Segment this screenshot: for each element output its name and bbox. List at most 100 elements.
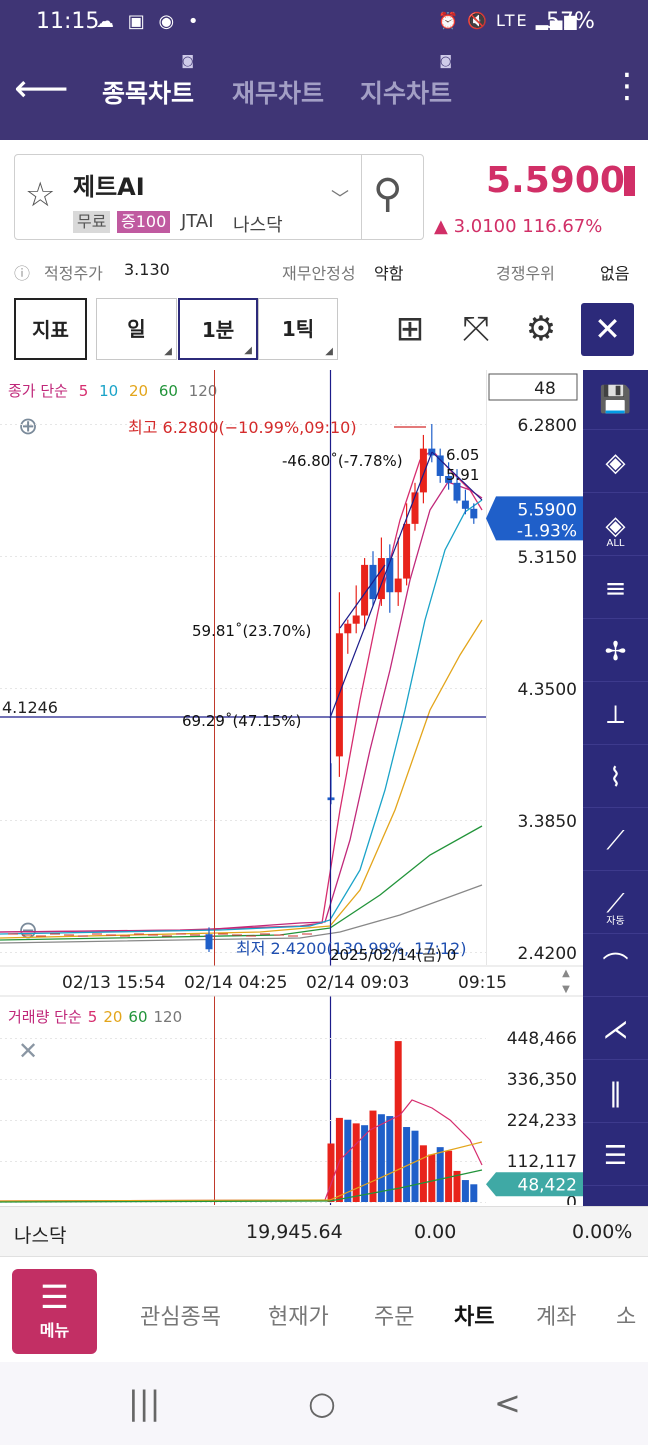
- period-1min-label: 1분: [201, 318, 235, 342]
- crosshair-price-label: 4.1246: [2, 698, 58, 717]
- angle-label: 59.81˚(23.70%): [192, 622, 311, 640]
- price-change: ▲ 3.0100 116.67%: [434, 216, 603, 237]
- index-pct: 0.00%: [572, 1221, 633, 1243]
- corner-arrow-icon: ◢: [325, 346, 333, 357]
- index-name: 나스닥: [14, 1225, 67, 1247]
- eraser-all-icon[interactable]: ◈ ALL: [583, 496, 648, 556]
- candle-body: [436, 455, 444, 476]
- gear-icon[interactable]: ⚙: [516, 304, 566, 354]
- price-tick-label: 3.3850: [518, 812, 577, 832]
- app-header: ⟵ 종목차트 ◙ 재무차트 지수차트 ◙ ⋮: [0, 46, 648, 140]
- date-annotation: 2025/02/14(금) 0: [330, 946, 456, 964]
- hcl-line-icon[interactable]: ≡: [583, 559, 648, 619]
- period-1tick-button[interactable]: 1틱 ◢: [258, 298, 338, 360]
- candle-body: [344, 623, 352, 634]
- candle-body: [403, 523, 411, 579]
- tab-label: 재무차트: [232, 79, 325, 108]
- vertical-line-icon[interactable]: ⌇: [583, 748, 648, 808]
- auto-trend-icon[interactable]: ⟋ 자동: [583, 874, 648, 934]
- candle-body: [470, 508, 478, 519]
- chevron-down-icon[interactable]: ﹀: [331, 185, 349, 211]
- recent-apps-icon[interactable]: |||: [128, 1384, 160, 1422]
- menu-button[interactable]: ☰ 메뉴: [12, 1269, 97, 1354]
- fullscreen-icon[interactable]: ⤧: [451, 304, 501, 354]
- candle-body: [461, 500, 469, 509]
- tab-financial-chart[interactable]: 재무차트: [232, 74, 324, 110]
- period-1min-button[interactable]: 1분 ◢: [178, 298, 258, 360]
- volume-bar: [436, 1147, 444, 1202]
- fibonacci-time-icon[interactable]: ‖: [583, 1063, 648, 1123]
- cross-line-icon[interactable]: ✢: [583, 622, 648, 682]
- divider: [361, 155, 362, 239]
- competition-value: 없음: [600, 264, 630, 283]
- fair-price-value: 3.130: [124, 260, 170, 279]
- nav-order[interactable]: 주문: [374, 1299, 414, 1331]
- save-icon[interactable]: 💾: [583, 370, 648, 430]
- volume-bar: [461, 1180, 469, 1202]
- indicator-label: 지표: [32, 318, 69, 342]
- stock-name: 제트AI: [73, 173, 145, 201]
- grid-layout-icon[interactable]: ⊞: [385, 304, 435, 354]
- price-label: 5.91: [446, 466, 479, 484]
- trend-line-main: [329, 451, 433, 719]
- time-axis: 02/13 15:54 02/14 04:25 02/14 09:03 09:15 ▲ ▼: [0, 965, 583, 997]
- nav-account[interactable]: 계좌: [536, 1299, 576, 1331]
- price-tick-label: 5.3150: [518, 548, 577, 568]
- search-icon[interactable]: ⚲: [373, 171, 402, 217]
- stock-ticker: JTAI: [181, 211, 214, 232]
- volume-bar: [428, 1154, 436, 1202]
- time-tick-label: 02/14 09:03: [306, 973, 409, 993]
- fibonacci-retracement-icon[interactable]: ☰: [583, 1126, 648, 1186]
- period-day-button[interactable]: 일 ◢: [96, 298, 177, 360]
- tab-marker-icon: ◙: [181, 54, 195, 69]
- tab-label: 종목차트: [102, 79, 195, 108]
- nav-watchlist[interactable]: 관심종목: [140, 1299, 221, 1331]
- status-time: 11:15: [36, 9, 100, 34]
- tab-index-chart[interactable]: 지수차트 ◙: [360, 54, 452, 110]
- nav-current-price[interactable]: 현재가: [268, 1299, 329, 1331]
- nav-more[interactable]: 소: [616, 1299, 636, 1331]
- candle-body: [205, 934, 213, 950]
- competition-label: 경쟁우위: [496, 264, 555, 283]
- help-icon[interactable]: ⓘ: [14, 260, 30, 284]
- current-price: 5.5900: [486, 160, 625, 201]
- candle-body: [394, 578, 402, 593]
- price-legend: 종가 단순 5 10 20 60 120: [8, 382, 217, 400]
- home-icon[interactable]: ○: [308, 1384, 336, 1422]
- scroll-up-icon: ▲: [562, 968, 570, 979]
- stock-selector[interactable]: ☆ 제트AI 무료 증100 JTAI 나스닥 ﹀ ⚲: [14, 154, 424, 240]
- volume-bar: [327, 1143, 335, 1202]
- volume-tick-label: 224,233: [507, 1111, 577, 1131]
- volume-bar: [352, 1123, 360, 1202]
- current-price-tag-value: 5.5900: [518, 500, 577, 520]
- close-icon: ✕: [18, 1037, 38, 1065]
- angle-label: -46.80˚(-7.78%): [282, 452, 403, 470]
- scroll-down-icon: ▼: [562, 984, 570, 995]
- arrow-left-icon[interactable]: ⟵: [14, 66, 68, 110]
- chart-canvas[interactable]: 종가 단순 5 10 20 60 120 48 ⊕ ⊖ 6.28005.3150…: [0, 370, 583, 1205]
- volume-bar: [419, 1145, 427, 1202]
- zoom-in-icon[interactable]: ⊕: [18, 412, 38, 440]
- more-vertical-icon[interactable]: ⋮: [610, 66, 644, 106]
- drawing-tools-icon[interactable]: ✕: [581, 303, 634, 356]
- notification-icons: ☁ ▣ ◉ •: [96, 11, 203, 32]
- ma120-line: [0, 825, 483, 941]
- index-summary: 나스닥 19,945.64 0.00 0.00%: [0, 1206, 648, 1256]
- tab-stock-chart[interactable]: 종목차트 ◙: [102, 54, 195, 110]
- current-volume-tag-value: 48,422: [518, 1175, 577, 1195]
- trend-line-icon[interactable]: ⟋: [583, 811, 648, 871]
- volume-bar: [470, 1184, 478, 1202]
- horizontal-line-icon[interactable]: ⟂: [583, 685, 648, 745]
- high-annotation: 최고 6.2800(−10.99%,09:10): [128, 418, 357, 437]
- eraser-icon[interactable]: ◈: [583, 433, 648, 493]
- indicator-button[interactable]: 지표: [14, 298, 87, 360]
- volume-tick-label: 336,350: [507, 1070, 577, 1090]
- arc-icon[interactable]: ⌒: [583, 937, 648, 997]
- visible-count-box[interactable]: [488, 373, 578, 401]
- chart-area[interactable]: 종가 단순 5 10 20 60 120 48 ⊕ ⊖ 6.2800 5.3150…: [0, 370, 583, 1205]
- tab-marker-icon: ◙: [439, 54, 453, 69]
- back-icon[interactable]: <: [494, 1384, 521, 1422]
- nav-chart[interactable]: 차트: [454, 1299, 494, 1331]
- star-icon[interactable]: ☆: [25, 175, 55, 215]
- fan-icon[interactable]: ⋌: [583, 1000, 648, 1060]
